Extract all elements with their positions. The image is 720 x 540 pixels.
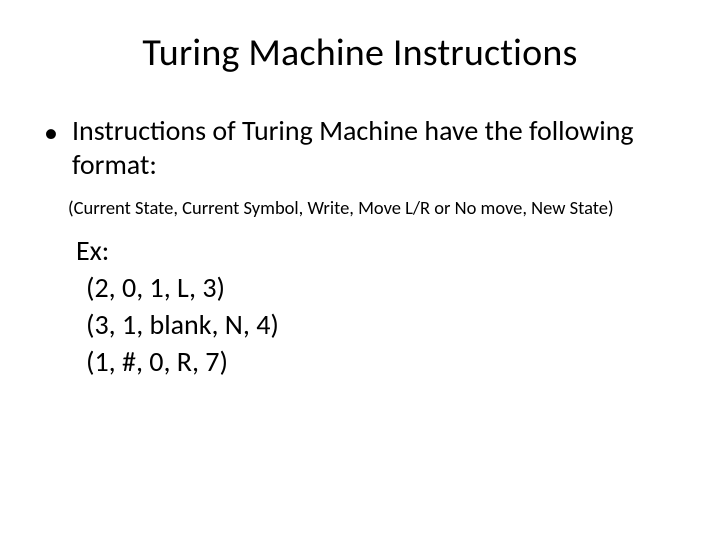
bullet-item: • Instructions of Turing Machine have th… (44, 114, 680, 182)
example-block: Ex: (2, 0, 1, L, 3) (3, 1, blank, N, 4) … (76, 233, 680, 381)
example-tuple: (3, 1, blank, N, 4) (86, 307, 680, 344)
bullet-text: Instructions of Turing Machine have the … (72, 114, 680, 182)
bullet-marker: • (44, 116, 58, 150)
example-label: Ex: (76, 233, 680, 270)
example-tuple: (1, #, 0, R, 7) (86, 344, 680, 381)
example-tuple: (2, 0, 1, L, 3) (86, 270, 680, 307)
slide-title: Turing Machine Instructions (40, 30, 680, 76)
format-definition: (Current State, Current Symbol, Write, M… (68, 196, 680, 219)
